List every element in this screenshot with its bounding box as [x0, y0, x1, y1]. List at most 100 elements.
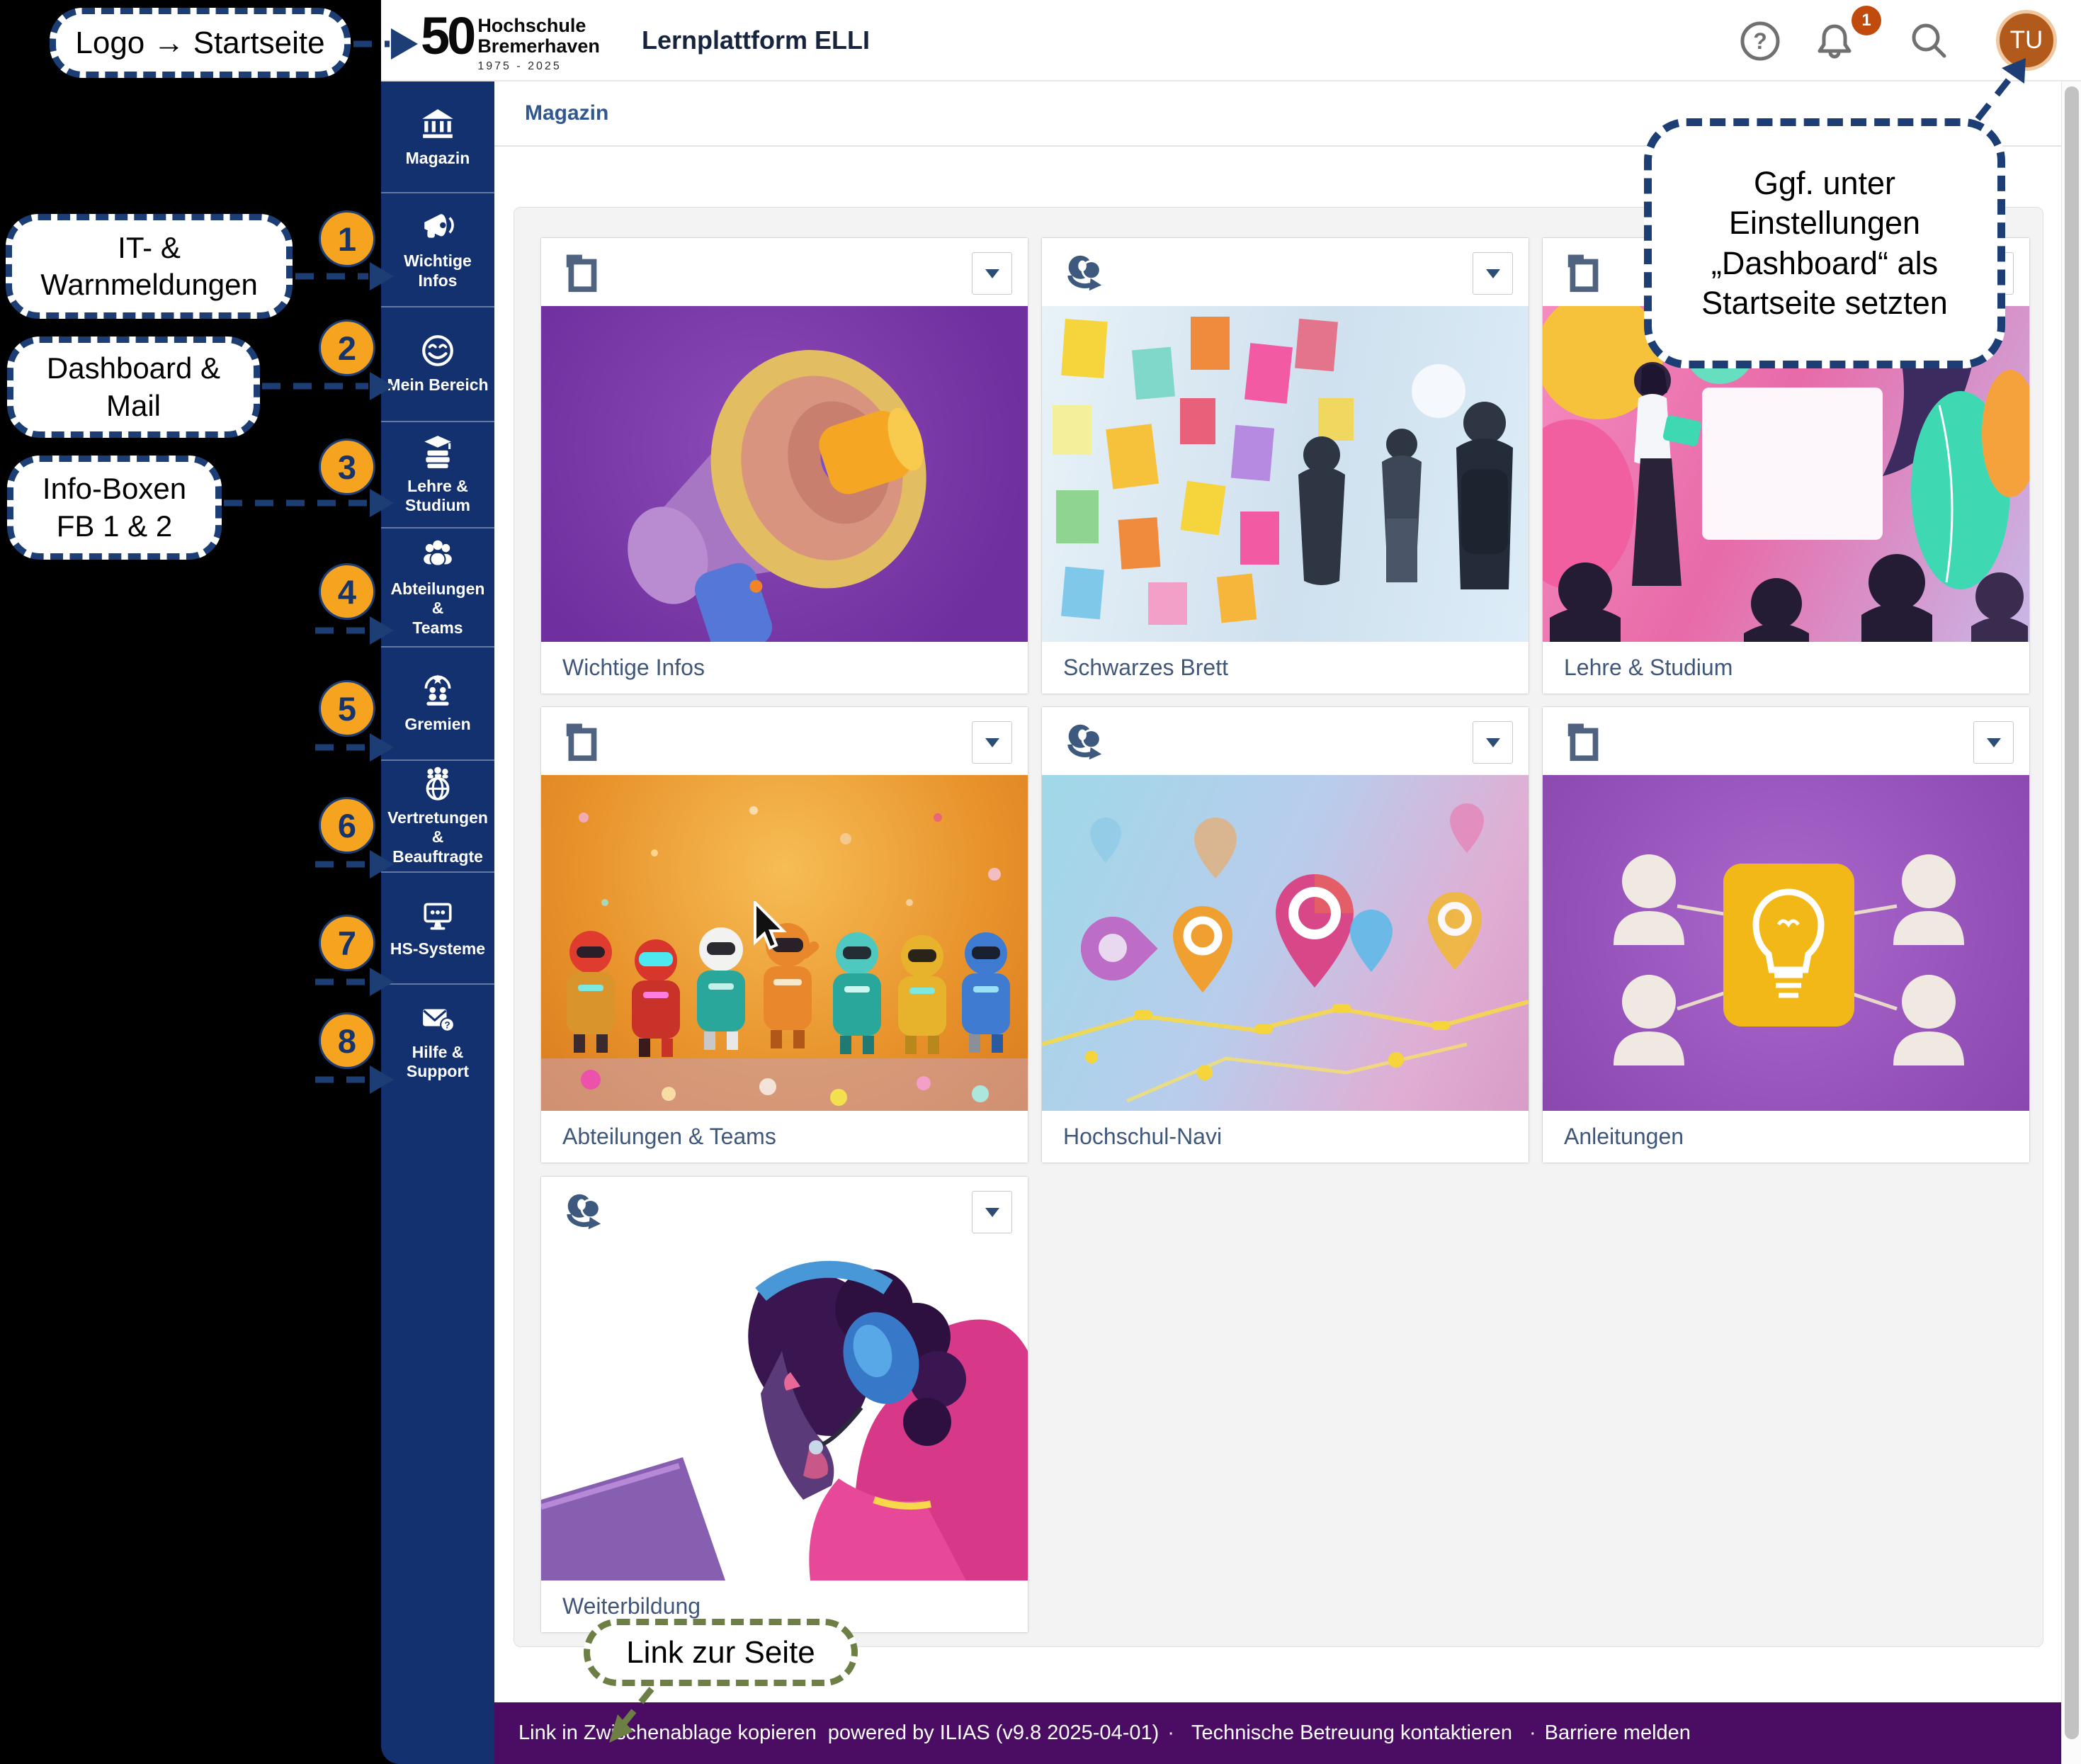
annotation-info-boxen: Info-Boxen FB 1 & 2 [7, 456, 222, 560]
footer-copy-link[interactable]: Link in Zwischenablage kopieren [518, 1721, 817, 1745]
smiley-icon [420, 333, 455, 368]
card-anleitungen[interactable]: Anleitungen [1542, 706, 2030, 1163]
bank-icon [420, 106, 455, 142]
card-schwarzes-brett[interactable]: Schwarzes Brett [1041, 237, 1529, 694]
sidebar-item-label: HS-Systeme [387, 939, 488, 959]
card-title: Hochschul-Navi [1042, 1111, 1529, 1163]
card-image-sticky-notes [1042, 306, 1529, 642]
card-actions-dropdown[interactable] [1473, 721, 1513, 764]
books-icon [420, 434, 455, 470]
mail-help-icon: ? [420, 1000, 455, 1036]
chevron-down-icon [985, 269, 999, 278]
sidebar-item-magazin[interactable]: Magazin [381, 83, 494, 192]
annotation-number-6: 6 [319, 797, 375, 854]
sidebar-item-label: Vertretungen & Beauftragte [381, 808, 494, 866]
card-actions-dropdown[interactable] [972, 721, 1012, 764]
sidebar-item-wichtige-infos[interactable]: Wichtige Infos [381, 192, 494, 306]
link-redirect-icon [1062, 720, 1106, 764]
sidebar-item-lehre-studium[interactable]: Lehre & Studium [381, 421, 494, 527]
card-title: Anleitungen [1543, 1111, 2029, 1163]
university-logo[interactable]: 50 Hochschule Bremerhaven 1975 - 2025 [421, 6, 600, 73]
globe-people-icon [420, 766, 455, 801]
footer-separator: · [1167, 1721, 1174, 1745]
sidebar-item-hs-systeme[interactable]: HS-Systeme [381, 871, 494, 983]
chevron-down-icon [1486, 738, 1500, 747]
sidebar-item-abteilungen-teams[interactable]: Abteilungen & Teams [381, 527, 494, 646]
annotation-logo-startseite: Logo → Startseite [50, 8, 351, 78]
card-title: Schwarzes Brett [1042, 642, 1529, 694]
annotation-number-1: 1 [319, 210, 375, 267]
chevron-down-icon [985, 738, 999, 747]
svg-text:?: ? [1753, 28, 1767, 54]
folder-icon [561, 720, 605, 764]
footer-separator: · [1529, 1721, 1536, 1745]
sidebar-item-label: Magazin [403, 149, 473, 168]
annotation-number-4: 4 [319, 563, 375, 620]
card-actions-dropdown[interactable] [1973, 721, 2014, 764]
screenshot-canvas: 50 Hochschule Bremerhaven 1975 - 2025 Le… [0, 0, 2081, 1764]
card-wichtige-infos[interactable]: Wichtige Infos [540, 237, 1028, 694]
annotation-number-7: 7 [319, 915, 375, 971]
card-actions-dropdown[interactable] [972, 252, 1012, 295]
main-sidebar: Magazin Wichtige Infos Mein Bereich Lehr… [381, 81, 494, 1764]
card-image-megaphone [541, 306, 1028, 642]
chevron-down-icon [1987, 738, 2001, 747]
card-title: Abteilungen & Teams [541, 1111, 1028, 1163]
page-title: Lernplattform ELLI [642, 0, 870, 80]
folder-icon [1563, 720, 1606, 764]
card-title: Wichtige Infos [541, 642, 1028, 694]
svg-text:?: ? [444, 1019, 450, 1030]
footer-report-barrier-link[interactable]: Barriere melden [1545, 1721, 1691, 1745]
sidebar-item-label: Hilfe & Support [381, 1043, 494, 1081]
folder-icon [1563, 251, 1606, 295]
scrollbar-track[interactable] [2061, 81, 2081, 1764]
footer-powered-by: powered by ILIAS (v9.8 2025-04-01) [828, 1721, 1159, 1745]
breadcrumb[interactable]: Magazin [525, 101, 608, 125]
scrollbar-thumb[interactable] [2065, 86, 2079, 1739]
sidebar-item-gremien[interactable]: Gremien [381, 646, 494, 759]
sidebar-item-vertretungen[interactable]: Vertretungen & Beauftragte [381, 759, 494, 871]
card-image-map-pins [1042, 775, 1529, 1111]
folder-icon [561, 251, 605, 295]
notifications-bell-icon[interactable] [1814, 21, 1855, 62]
logo-50-mark: 50 [421, 6, 473, 67]
sidebar-item-hilfe-support[interactable]: ? Hilfe & Support [381, 983, 494, 1097]
sidebar-item-label: Wichtige Infos [381, 251, 494, 290]
chevron-down-icon [1486, 269, 1500, 278]
annotation-settings-dashboard: Ggf. unter Einstellungen „Dashboard“ als… [1644, 118, 2005, 368]
logo-line1: Hochschule [477, 16, 600, 36]
card-image-lightbulb [1543, 775, 2029, 1111]
sidebar-item-label: Abteilungen & Teams [381, 579, 494, 637]
card-weiterbildung[interactable]: Weiterbildung [540, 1176, 1028, 1633]
link-redirect-icon [1062, 251, 1106, 295]
annotation-link-zur-seite: Link zur Seite [584, 1619, 858, 1686]
search-icon[interactable] [1908, 21, 1949, 62]
annotation-number-5: 5 [319, 680, 375, 737]
people-group-icon [420, 537, 455, 572]
annotation-number-8: 8 [319, 1012, 375, 1069]
annotation-it-warnmeldungen: IT- & Warnmeldungen [6, 214, 293, 319]
sidebar-item-label: Lehre & Studium [381, 477, 494, 515]
monitor-icon [420, 897, 455, 932]
top-header: 50 Hochschule Bremerhaven 1975 - 2025 Le… [381, 0, 2081, 81]
mouse-cursor [752, 901, 792, 956]
card-image-headphones [541, 1245, 1028, 1581]
annotation-dashboard-mail: Dashboard & Mail [7, 337, 260, 438]
footer-support-link[interactable]: Technische Betreuung kontaktieren [1191, 1721, 1512, 1745]
card-title: Lehre & Studium [1543, 642, 2029, 694]
logo-years: 1975 - 2025 [477, 60, 600, 73]
notification-badge: 1 [1852, 6, 1881, 35]
sidebar-item-label: Gremien [402, 715, 473, 734]
chevron-down-icon [985, 1208, 999, 1217]
help-icon[interactable]: ? [1740, 21, 1781, 62]
footer-bar: Link in Zwischenablage kopieren powered … [494, 1702, 2061, 1764]
card-actions-dropdown[interactable] [972, 1191, 1012, 1233]
logo-line2: Bremerhaven [477, 36, 600, 57]
committee-icon [420, 672, 455, 708]
avatar[interactable]: TU [1996, 10, 2057, 71]
megaphone-icon [420, 209, 455, 244]
card-hochschul-navi[interactable]: Hochschul-Navi [1041, 706, 1529, 1163]
card-actions-dropdown[interactable] [1473, 252, 1513, 295]
annotation-number-3: 3 [319, 439, 375, 495]
sidebar-item-mein-bereich[interactable]: Mein Bereich [381, 306, 494, 421]
